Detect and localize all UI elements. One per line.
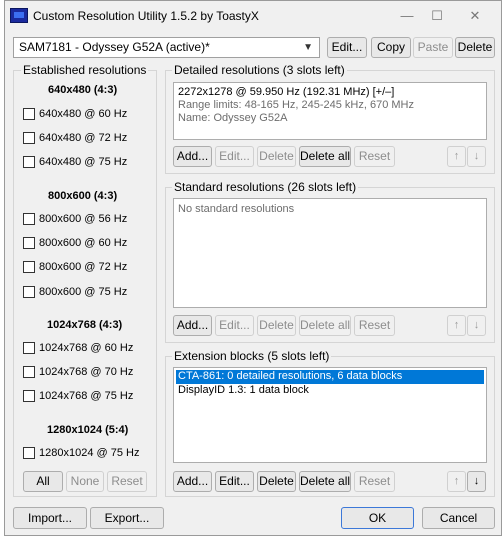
checkbox-box[interactable] xyxy=(23,213,35,225)
standard-delete-button[interactable]: Delete xyxy=(257,315,296,336)
res-group-header: 640x480 (4:3) xyxy=(48,84,118,96)
detailed-resolution-item[interactable]: 2272x1278 @ 59.950 Hz (192.31 MHz) [+/–] xyxy=(178,86,394,98)
detailed-reset-button[interactable]: Reset xyxy=(354,146,395,167)
move-down-arrow-icon[interactable]: ↓ xyxy=(467,471,486,492)
chevron-down-icon: ▼ xyxy=(303,42,313,53)
cancel-button[interactable]: Cancel xyxy=(422,507,495,529)
extension-item[interactable]: DisplayID 1.3: 1 data block xyxy=(178,384,309,396)
copy-button[interactable]: Copy xyxy=(371,37,411,58)
detailed-delete-button[interactable]: Delete xyxy=(257,146,296,167)
checkbox-box[interactable] xyxy=(23,132,35,144)
standard-add-button[interactable]: Add... xyxy=(173,315,212,336)
extension-reset-button[interactable]: Reset xyxy=(354,471,395,492)
minimize-button[interactable]: — xyxy=(392,5,422,27)
checkbox-box[interactable] xyxy=(23,447,35,459)
checkbox-box[interactable] xyxy=(23,261,35,273)
standard-delete-all-button[interactable]: Delete all xyxy=(299,315,351,336)
established-resolutions-title: Established resolutions xyxy=(21,63,149,77)
checkbox-box[interactable] xyxy=(23,342,35,354)
monitor-select-value: SAM7181 - Odyssey G52A (active)* xyxy=(19,40,210,54)
window-title: Custom Resolution Utility 1.5.2 by Toast… xyxy=(33,9,259,23)
move-down-arrow-icon[interactable]: ↓ xyxy=(467,146,486,167)
detailed-add-button[interactable]: Add... xyxy=(173,146,212,167)
move-up-arrow-icon[interactable]: ↑ xyxy=(447,146,466,167)
cru-dialog: Custom Resolution Utility 1.5.2 by Toast… xyxy=(4,0,502,536)
res-group-header: 1024x768 (4:3) xyxy=(47,319,123,331)
range-limits-text: Range limits: 48-165 Hz, 245-245 kHz, 67… xyxy=(178,99,414,111)
monitor-app-icon xyxy=(10,8,28,23)
select-all-button[interactable]: All xyxy=(23,471,63,492)
extension-delete-button[interactable]: Delete xyxy=(257,471,296,492)
monitor-name-text: Name: Odyssey G52A xyxy=(178,112,288,124)
checkbox-box[interactable] xyxy=(23,156,35,168)
close-button[interactable]: ✕ xyxy=(460,5,490,27)
ok-button[interactable]: OK xyxy=(341,507,414,529)
title-bar: Custom Resolution Utility 1.5.2 by Toast… xyxy=(5,1,501,31)
maximize-button[interactable]: ☐ xyxy=(422,5,452,27)
standard-reset-button[interactable]: Reset xyxy=(354,315,395,336)
monitor-select[interactable]: SAM7181 - Odyssey G52A (active)* ▼ xyxy=(13,37,320,58)
extension-blocks-title: Extension blocks (5 slots left) xyxy=(172,349,332,363)
standard-resolutions-title: Standard resolutions (26 slots left) xyxy=(172,180,359,194)
established-reset-button[interactable]: Reset xyxy=(107,471,147,492)
no-standard-text: No standard resolutions xyxy=(178,203,295,215)
extension-edit-button[interactable]: Edit... xyxy=(215,471,254,492)
standard-resolutions-list[interactable]: No standard resolutions xyxy=(173,198,487,308)
extension-blocks-list[interactable]: CTA-861: 0 detailed resolutions, 6 data … xyxy=(173,367,487,463)
res-group-header: 1280x1024 (5:4) xyxy=(47,424,129,436)
extension-add-button[interactable]: Add... xyxy=(173,471,212,492)
select-none-button[interactable]: None xyxy=(66,471,104,492)
checkbox-box[interactable] xyxy=(23,237,35,249)
detailed-delete-all-button[interactable]: Delete all xyxy=(299,146,351,167)
checkbox-box[interactable] xyxy=(23,286,35,298)
detailed-resolutions-list[interactable]: 2272x1278 @ 59.950 Hz (192.31 MHz) [+/–]… xyxy=(173,82,487,140)
edit-monitor-button[interactable]: Edit... xyxy=(327,37,367,58)
paste-button[interactable]: Paste xyxy=(413,37,453,58)
extension-delete-all-button[interactable]: Delete all xyxy=(299,471,351,492)
move-up-arrow-icon[interactable]: ↑ xyxy=(447,315,466,336)
standard-edit-button[interactable]: Edit... xyxy=(215,315,254,336)
detailed-edit-button[interactable]: Edit... xyxy=(215,146,254,167)
checkbox-box[interactable] xyxy=(23,366,35,378)
move-up-arrow-icon[interactable]: ↑ xyxy=(447,471,466,492)
checkbox-box[interactable] xyxy=(23,390,35,402)
export-button[interactable]: Export... xyxy=(90,507,164,529)
detailed-resolutions-title: Detailed resolutions (3 slots left) xyxy=(172,63,347,77)
import-button[interactable]: Import... xyxy=(13,507,87,529)
res-group-header: 800x600 (4:3) xyxy=(48,190,118,202)
move-down-arrow-icon[interactable]: ↓ xyxy=(467,315,486,336)
extension-item-selected[interactable]: CTA-861: 0 detailed resolutions, 6 data … xyxy=(176,370,484,384)
checkbox-box[interactable] xyxy=(23,108,35,120)
delete-monitor-button[interactable]: Delete xyxy=(455,37,495,58)
